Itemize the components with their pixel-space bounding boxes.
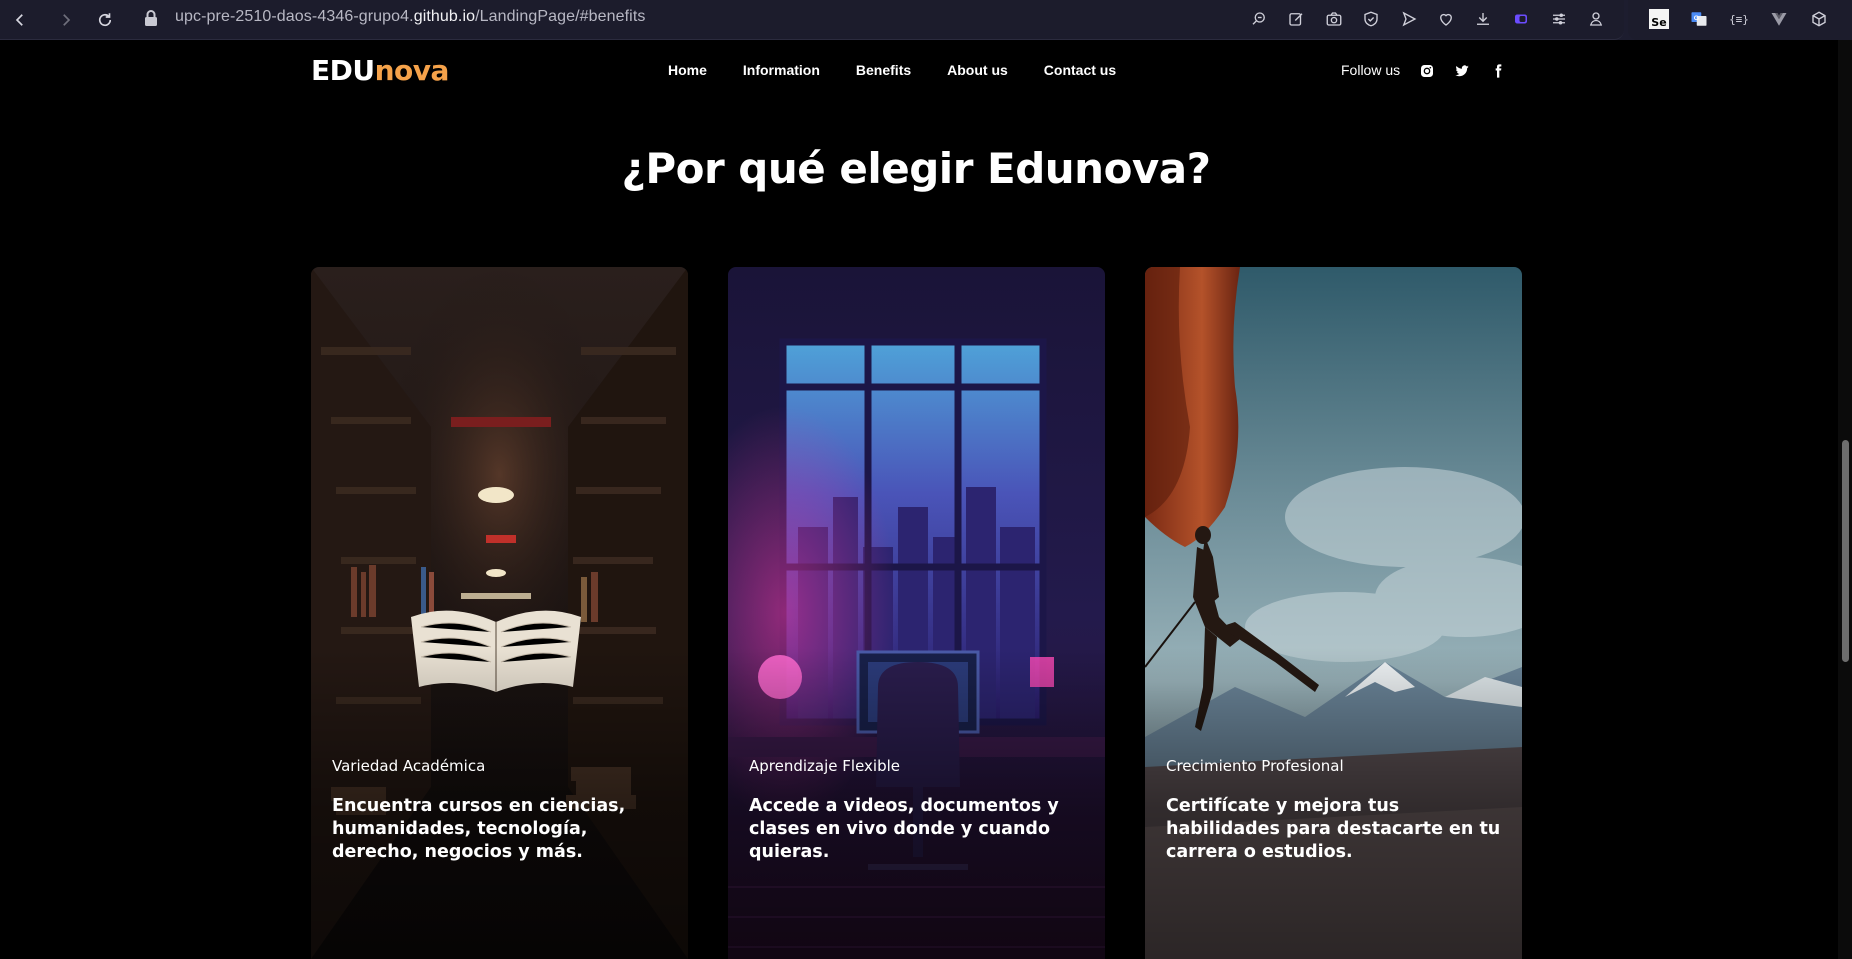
card-description: Encuentra cursos en ciencias, humanidade… bbox=[332, 796, 626, 862]
menu-icon[interactable] bbox=[1545, 5, 1573, 33]
card-title: Aprendizaje Flexible bbox=[749, 757, 900, 775]
json-extension-icon[interactable]: {≡} bbox=[1725, 5, 1753, 33]
main-nav: Home Information Benefits About us Conta… bbox=[668, 62, 1152, 78]
heart-icon[interactable] bbox=[1432, 5, 1460, 33]
send-icon[interactable] bbox=[1395, 5, 1423, 33]
card-description: Certifícate y mejora tus habilidades par… bbox=[1166, 796, 1501, 862]
nav-contact-us[interactable]: Contact us bbox=[1044, 62, 1116, 78]
zoom-icon[interactable] bbox=[1245, 5, 1273, 33]
facebook-icon[interactable] bbox=[1489, 62, 1507, 80]
shield-icon[interactable] bbox=[1357, 5, 1385, 33]
vue-extension-icon[interactable] bbox=[1765, 5, 1793, 33]
benefit-card-flexible[interactable]: Aprendizaje Flexible Accede a videos, do… bbox=[728, 267, 1105, 959]
browser-toolbar: upc-pre-2510-daos-4346-grupo4.github.io/… bbox=[0, 0, 1852, 40]
card-title: Variedad Académica bbox=[332, 757, 486, 775]
url-prefix: upc-pre-2510-daos-4346-grupo4. bbox=[175, 8, 414, 25]
instagram-icon[interactable] bbox=[1418, 62, 1436, 80]
download-icon[interactable] bbox=[1469, 5, 1497, 33]
benefit-card-crecimiento[interactable]: Crecimiento Profesional Certifícate y me… bbox=[1145, 267, 1522, 959]
url-path: /LandingPage/#benefits bbox=[475, 8, 646, 25]
site-header: EDUnova Home Information Benefits About … bbox=[0, 40, 1838, 104]
lock-icon[interactable] bbox=[143, 8, 159, 28]
profile-icon[interactable] bbox=[1582, 5, 1610, 33]
url-host: github.io bbox=[413, 8, 476, 25]
json-extension-label: {≡} bbox=[1729, 12, 1749, 26]
forward-icon[interactable] bbox=[52, 6, 80, 34]
back-icon[interactable] bbox=[6, 6, 34, 34]
logo-part2: nova bbox=[374, 54, 450, 87]
nav-home[interactable]: Home bbox=[668, 62, 707, 78]
se-extension-label: Se bbox=[1649, 9, 1669, 29]
edit-icon[interactable] bbox=[1282, 5, 1310, 33]
benefit-card-variedad[interactable]: Variedad Académica Encuentra cursos en c… bbox=[311, 267, 688, 959]
camera-icon[interactable] bbox=[1320, 5, 1348, 33]
nav-benefits[interactable]: Benefits bbox=[856, 62, 911, 78]
se-extension-icon[interactable]: Se bbox=[1645, 5, 1673, 33]
url-field[interactable]: upc-pre-2510-daos-4346-grupo4.github.io/… bbox=[175, 7, 645, 27]
translate-extension-icon[interactable]: G bbox=[1685, 5, 1713, 33]
cube-extension-icon[interactable] bbox=[1805, 5, 1833, 33]
section-title: ¿Por qué elegir Edunova? bbox=[621, 144, 1211, 193]
card-description: Accede a videos, documentos y clases en … bbox=[749, 796, 1059, 862]
nav-about-us[interactable]: About us bbox=[947, 62, 1008, 78]
card-title: Crecimiento Profesional bbox=[1166, 757, 1344, 775]
svg-text:G: G bbox=[1694, 15, 1699, 22]
brand-logo[interactable]: EDUnova bbox=[311, 54, 449, 87]
follow-us-label: Follow us bbox=[1341, 62, 1401, 78]
logo-part1: EDU bbox=[311, 54, 375, 87]
reload-icon[interactable] bbox=[91, 6, 119, 34]
scrollbar-thumb[interactable] bbox=[1842, 440, 1849, 662]
nav-information[interactable]: Information bbox=[743, 62, 820, 78]
sidebar-icon[interactable] bbox=[1507, 5, 1535, 33]
twitter-icon[interactable] bbox=[1453, 62, 1471, 80]
